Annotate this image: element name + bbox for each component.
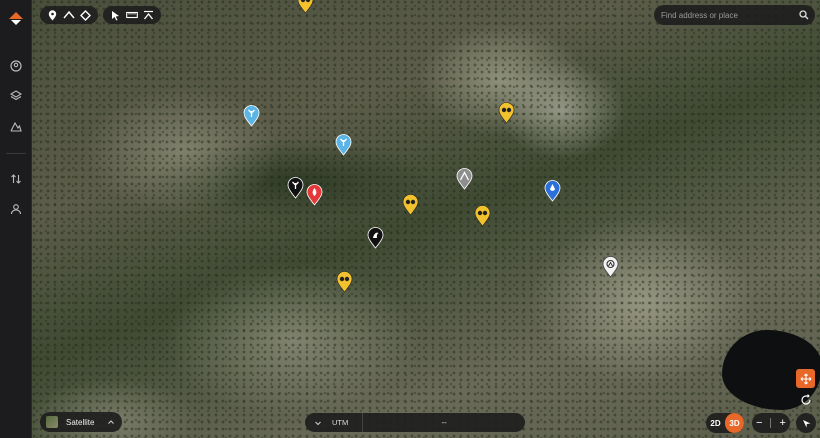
waypoint-drop-pin[interactable] bbox=[544, 180, 561, 202]
coordinate-format[interactable]: UTM bbox=[332, 418, 348, 427]
waypoint-camp-pin[interactable] bbox=[602, 256, 619, 278]
profile-icon[interactable] bbox=[6, 56, 26, 76]
basemap-layer-button[interactable]: Satellite bbox=[40, 412, 122, 432]
search-input[interactable] bbox=[661, 8, 791, 22]
line-tool-icon[interactable] bbox=[63, 8, 76, 22]
rotate-icon bbox=[800, 393, 811, 405]
view-2d-button[interactable]: 2D bbox=[706, 413, 725, 433]
account-icon[interactable] bbox=[6, 199, 26, 219]
waypoint-binoculars-pin[interactable] bbox=[402, 194, 419, 216]
waypoint-elk-pin[interactable] bbox=[287, 177, 304, 199]
satellite-map[interactable] bbox=[32, 0, 820, 438]
logo-icon[interactable] bbox=[7, 11, 25, 27]
shape-tool-icon[interactable] bbox=[79, 8, 92, 22]
sidebar bbox=[0, 0, 32, 438]
waypoint-tent-pin[interactable] bbox=[456, 168, 473, 190]
zoom-out-button[interactable]: − bbox=[756, 417, 762, 429]
terrain-texture bbox=[32, 0, 820, 438]
terrain-icon[interactable] bbox=[6, 116, 26, 136]
layer-label: Satellite bbox=[66, 417, 95, 427]
zoom-divider bbox=[770, 418, 772, 428]
waypoint-bird-pin[interactable] bbox=[367, 227, 384, 249]
pin-tool-icon[interactable] bbox=[46, 8, 59, 22]
app: Satellite UTM -- 2D 3D − + bbox=[0, 0, 820, 438]
waypoint-binoculars-pin[interactable] bbox=[474, 205, 491, 227]
chevron-down-icon[interactable] bbox=[314, 419, 322, 427]
layers-icon[interactable] bbox=[6, 86, 26, 106]
ruler-tool-icon[interactable] bbox=[126, 8, 139, 22]
cursor-tool-icon[interactable] bbox=[109, 8, 122, 22]
zoom-in-button[interactable]: + bbox=[780, 417, 786, 429]
chevron-up-icon bbox=[108, 420, 114, 424]
pan-move-button[interactable] bbox=[796, 369, 815, 388]
compass-button[interactable] bbox=[796, 413, 816, 433]
zoom-control: − + bbox=[752, 413, 790, 433]
coordinate-bar: UTM -- bbox=[305, 413, 525, 432]
waypoint-binoculars-pin[interactable] bbox=[336, 271, 353, 293]
measure-toolbar bbox=[103, 6, 161, 24]
layer-thumbnail bbox=[46, 416, 58, 428]
waypoint-binoculars-pin[interactable] bbox=[297, 0, 314, 14]
search-bar bbox=[654, 5, 815, 25]
view-toggle: 2D 3D bbox=[706, 413, 744, 433]
search-icon[interactable] bbox=[799, 10, 809, 20]
view-3d-button[interactable]: 3D bbox=[725, 413, 744, 433]
rotate-button[interactable] bbox=[796, 390, 815, 409]
move-icon bbox=[800, 373, 811, 384]
waypoint-flame-pin[interactable] bbox=[306, 184, 323, 206]
elevation-tool-icon[interactable] bbox=[142, 8, 155, 22]
sidebar-divider bbox=[6, 153, 26, 154]
waypoint-binoculars-pin[interactable] bbox=[498, 102, 515, 124]
waypoint-elk-pin[interactable] bbox=[243, 105, 260, 127]
sort-icon[interactable] bbox=[6, 169, 26, 189]
compass-icon bbox=[802, 419, 810, 427]
coordinate-value: -- bbox=[441, 418, 447, 427]
draw-toolbar bbox=[40, 6, 98, 24]
waypoint-elk-pin[interactable] bbox=[335, 134, 352, 156]
